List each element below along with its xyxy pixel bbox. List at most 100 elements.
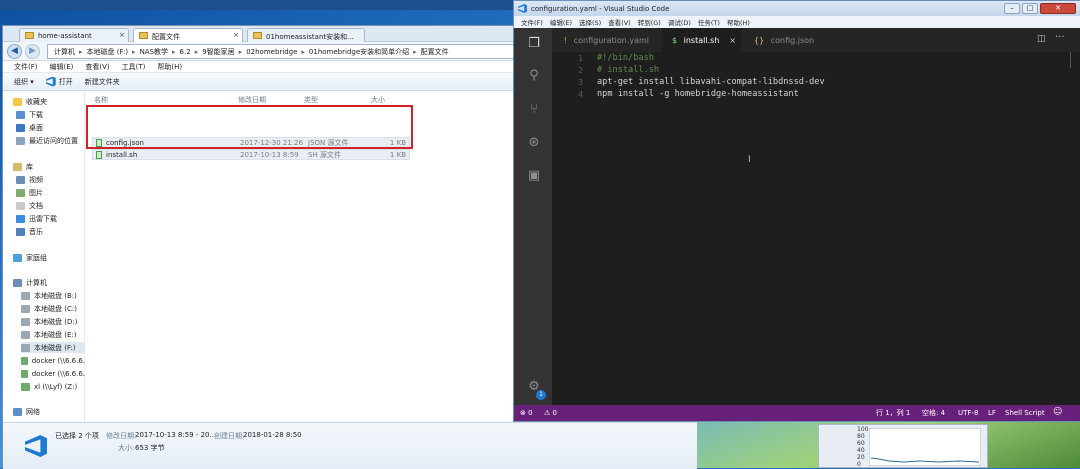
split-editor-icon[interactable]: ◫ — [1037, 34, 1046, 44]
text-cursor-icon: I — [748, 155, 751, 165]
menu-view[interactable]: 查看(V) — [608, 17, 631, 27]
minimap[interactable] — [1063, 52, 1071, 68]
maximize-button[interactable]: □ — [1022, 3, 1038, 14]
breadcrumb-item[interactable]: 配置文件 — [421, 47, 449, 57]
minimize-button[interactable]: – — [1004, 3, 1020, 14]
sidebar-item-drive-d[interactable]: 本地磁盘 (D:) — [21, 316, 77, 327]
cursor-position[interactable]: 行 1，列 1 — [876, 408, 910, 418]
editor-tabs: ! configuration.yaml $ install.sh × {} c… — [552, 28, 1080, 52]
sidebar-item-libraries[interactable]: 库 — [13, 161, 33, 172]
breadcrumb-item[interactable]: 02homebridge — [246, 48, 297, 56]
menu-edit[interactable]: 编辑(E) — [550, 17, 572, 27]
menu-tasks[interactable]: 任务(T) — [698, 17, 720, 27]
extensions-icon[interactable]: ▣ — [526, 168, 542, 184]
tab-config-json[interactable]: {} config.json — [742, 28, 832, 52]
errors-indicator[interactable]: ⊗ 0 — [520, 409, 533, 417]
close-icon[interactable]: × — [119, 31, 125, 39]
breadcrumb-item[interactable]: 计算机 — [54, 47, 75, 57]
modified-value: 2017-10-13 8:59 - 20... — [135, 431, 217, 439]
new-folder-button[interactable]: 新建文件夹 — [85, 77, 120, 87]
star-icon — [13, 97, 22, 106]
sidebar-item-documents[interactable]: 文档 — [16, 200, 43, 211]
breadcrumb-item[interactable]: 9智能家居 — [202, 47, 234, 57]
organize-button[interactable]: 组织 ▾ — [14, 77, 34, 87]
indentation[interactable]: 空格: 4 — [922, 408, 945, 418]
sidebar-item-drive-c[interactable]: 本地磁盘 (C:) — [21, 303, 77, 314]
picture-icon — [16, 188, 25, 197]
breadcrumb-item[interactable]: 01homebridge安装和简单介绍 — [309, 47, 409, 57]
sidebar-item-drive-b[interactable]: 本地磁盘 (B:) — [21, 290, 77, 301]
column-header-name[interactable]: 名称 — [94, 95, 108, 105]
sidebar-item-music[interactable]: 音乐 — [16, 226, 43, 237]
close-icon[interactable]: × — [233, 31, 239, 39]
column-header-date[interactable]: 修改日期 — [238, 95, 266, 105]
end-of-line[interactable]: LF — [988, 409, 996, 417]
search-icon[interactable]: ⚲ — [526, 68, 542, 84]
tab-configuration-yaml[interactable]: ! configuration.yaml — [552, 28, 662, 52]
tab-home-assistant[interactable]: home-assistant × — [19, 28, 129, 42]
sidebar-item-drive-f[interactable]: 本地磁盘 (F:) — [21, 342, 85, 353]
sidebar-item-network[interactable]: 网络 — [13, 406, 40, 417]
sidebar-item-recent[interactable]: 最近访问的位置 — [16, 135, 78, 146]
menu-tools[interactable]: 工具(T) — [122, 62, 146, 72]
menu-help[interactable]: 帮助(H) — [157, 62, 182, 72]
tab-config-files[interactable]: 配置文件 × — [133, 28, 243, 42]
line-number: 2 — [578, 66, 583, 75]
sidebar-item-favorites[interactable]: 收藏夹 — [13, 96, 47, 107]
sidebar-item-xl[interactable]: xl (\\Lyf) (Z:) — [21, 381, 85, 392]
selection-count: 已选择 2 个项 — [55, 432, 99, 440]
menu-edit[interactable]: 编辑(E) — [50, 62, 74, 72]
tab-homeassistant-install[interactable]: 01homeassistant安装和... — [247, 28, 365, 42]
debug-icon[interactable]: ⊛ — [526, 135, 542, 151]
language-mode[interactable]: Shell Script — [1005, 409, 1045, 417]
menu-debug[interactable]: 调试(D) — [668, 17, 691, 27]
performance-widget: 100 80 60 40 20 0 — [818, 424, 988, 468]
video-icon — [16, 175, 25, 184]
back-button[interactable]: ◀ — [7, 44, 22, 59]
menu-goto[interactable]: 转到(G) — [638, 17, 661, 27]
forward-button[interactable]: ▶ — [25, 44, 40, 59]
open-button[interactable]: 打开 — [45, 76, 73, 87]
vscode-icon — [518, 4, 527, 13]
code-line: apt-get install libavahi-compat-libdnssd… — [597, 77, 825, 87]
tab-install-sh[interactable]: $ install.sh × — [662, 28, 742, 52]
column-header-type[interactable]: 类型 — [304, 95, 318, 105]
table-row[interactable]: install.sh 2017-10-13 8:59 SH 源文件 1 KB — [92, 149, 410, 160]
explorer-icon[interactable]: ❐ — [526, 36, 542, 52]
library-icon — [13, 162, 22, 171]
encoding[interactable]: UTF-8 — [958, 409, 978, 417]
column-header-size[interactable]: 大小 — [371, 95, 385, 105]
line-number: 4 — [578, 90, 583, 99]
code-editor[interactable]: #!/bin/bash # install.sh apt-get install… — [597, 52, 1080, 405]
sidebar-item-thunder[interactable]: 迅雷下载 — [16, 213, 57, 224]
breadcrumb-item[interactable]: NAS教学 — [140, 47, 168, 57]
sidebar-item-downloads[interactable]: 下载 — [16, 109, 43, 120]
network-drive-icon — [21, 356, 28, 365]
sidebar-item-desktop[interactable]: 桌面 — [16, 122, 43, 133]
menu-file[interactable]: 文件(F) — [521, 17, 543, 27]
feedback-smiley-icon[interactable]: ☺ — [1053, 407, 1062, 417]
sidebar-item-docker-2[interactable]: docker (\\6.6.6. — [21, 368, 85, 379]
network-icon — [13, 407, 22, 416]
drive-icon — [21, 304, 30, 313]
axis-label: 40 — [857, 447, 865, 454]
menu-help[interactable]: 帮助(H) — [727, 17, 750, 27]
sidebar-item-pictures[interactable]: 图片 — [16, 187, 43, 198]
sidebar-item-videos[interactable]: 视频 — [16, 174, 43, 185]
network-drive-icon — [21, 369, 28, 378]
desktop-top-strip — [0, 0, 520, 10]
menu-view[interactable]: 查看(V) — [85, 62, 109, 72]
menu-selection[interactable]: 选择(S) — [579, 17, 601, 27]
more-actions-icon[interactable]: ··· — [1055, 32, 1065, 43]
sidebar-item-homegroup[interactable]: 家庭组 — [13, 252, 47, 263]
close-icon[interactable]: × — [729, 36, 736, 45]
warnings-indicator[interactable]: ⚠ 0 — [544, 409, 557, 417]
menu-file[interactable]: 文件(F) — [14, 62, 38, 72]
close-button[interactable]: ✕ — [1040, 3, 1076, 14]
breadcrumb-item[interactable]: 本地磁盘 (F:) — [87, 47, 129, 57]
sidebar-item-drive-e[interactable]: 本地磁盘 (E:) — [21, 329, 76, 340]
sidebar-item-docker-1[interactable]: docker (\\6.6.6. — [21, 355, 85, 366]
sidebar-item-computer[interactable]: 计算机 — [13, 277, 47, 288]
source-control-icon[interactable]: ⑂ — [526, 102, 542, 118]
breadcrumb-item[interactable]: 6.2 — [180, 48, 191, 56]
